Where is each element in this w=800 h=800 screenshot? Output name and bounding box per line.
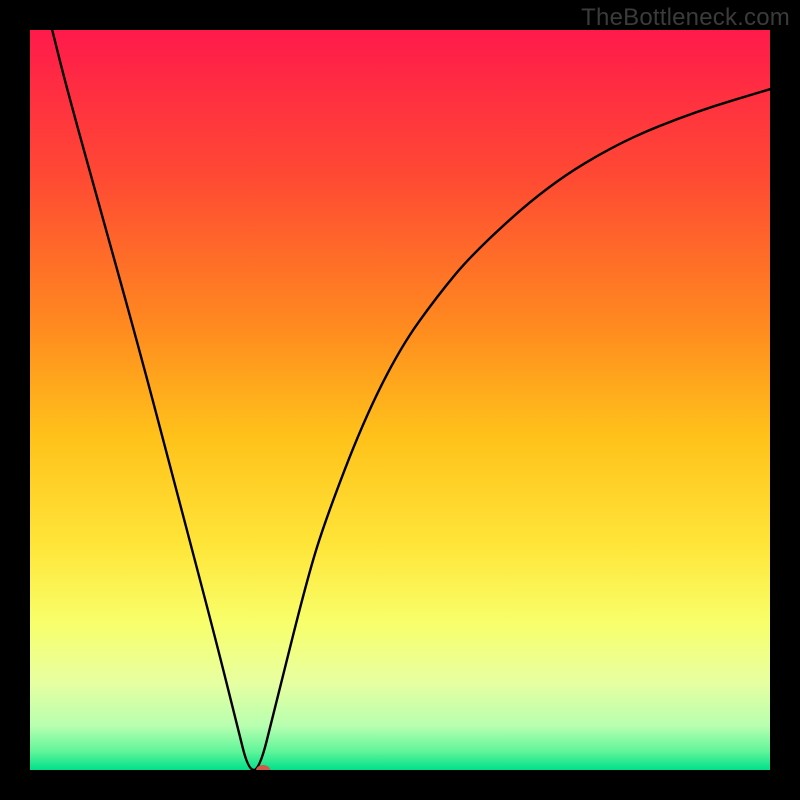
plot-area <box>30 30 770 770</box>
watermark-text: TheBottleneck.com <box>581 4 790 32</box>
gradient-background <box>30 30 770 770</box>
chart-svg <box>30 30 770 770</box>
chart-frame: TheBottleneck.com <box>0 0 800 800</box>
